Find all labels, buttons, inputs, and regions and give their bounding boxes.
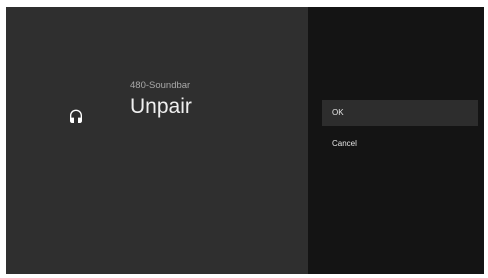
tv-screen: 480-Soundbar Unpair OK Cancel: [6, 7, 484, 274]
device-name: 480-Soundbar: [130, 80, 191, 91]
guidance-panel: 480-Soundbar Unpair: [6, 7, 308, 274]
page-title: Unpair: [130, 95, 192, 118]
headphones-icon: [70, 109, 82, 123]
actions-panel: OK Cancel: [308, 7, 484, 274]
ok-button[interactable]: OK: [322, 100, 478, 126]
cancel-button[interactable]: Cancel: [322, 131, 478, 157]
